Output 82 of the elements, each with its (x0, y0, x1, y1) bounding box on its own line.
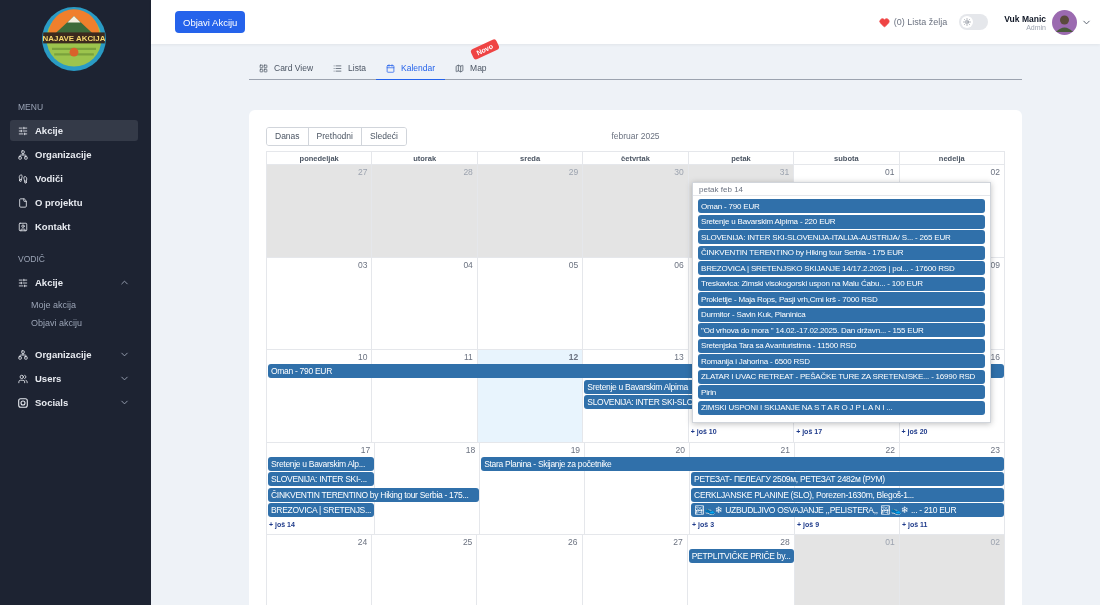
section-title: MENU (18, 102, 45, 112)
day-number[interactable]: 27 (673, 537, 683, 547)
sidebar-item[interactable]: Socials (10, 392, 138, 413)
day-number[interactable]: 21 (780, 444, 791, 455)
day-number[interactable]: 26 (568, 537, 578, 547)
theme-toggle[interactable] (959, 14, 989, 30)
event-bar[interactable]: BREZOVICA | SRETENJS... (268, 503, 375, 517)
heart-icon (878, 16, 890, 28)
event-bar[interactable]: SLOVENIJA: INTER SKI-... (268, 472, 375, 486)
user-name: Vuk Manic (1004, 13, 1046, 24)
event-bar[interactable]: Treskavica: Zimski visokogorski uspon na Malu Ćabu... - 100 EUR (698, 276, 985, 291)
event-bar[interactable]: BREZOVICA | SRETENJSKO SKIJANJE 14/17.2.2025 | pol... - 17600 RSD (698, 261, 985, 275)
users-icon (18, 373, 28, 384)
section-title: VODIČ (18, 254, 46, 264)
grid-icon (259, 63, 268, 73)
day-number[interactable]: 20 (675, 444, 686, 455)
day-number[interactable]: 24 (357, 537, 368, 547)
wishlist-link[interactable]: (0) Lista želja (893, 17, 948, 27)
network-icon (18, 149, 28, 160)
nav-button[interactable]: Danas (267, 127, 309, 145)
day-number[interactable]: 19 (570, 444, 581, 455)
event-bar[interactable]: ČINKVENTIN TERENTINO by Hiking tour Serbia - 175 EUR (698, 245, 985, 260)
sidebar-item[interactable]: Users (10, 368, 138, 389)
sidebar-subitem[interactable]: Objavi akciju (10, 314, 138, 332)
network-icon (18, 349, 28, 360)
day-number[interactable]: 25 (462, 537, 473, 547)
list-icon (333, 63, 343, 73)
day-number[interactable]: 06 (674, 259, 684, 270)
event-bar[interactable]: Oman - 790 EUR (698, 199, 985, 213)
popover-title: petak feb 14 (693, 183, 990, 196)
sidebar-subitem[interactable]: Moje akcija (10, 296, 138, 314)
day-number[interactable]: 05 (568, 259, 579, 270)
day-number[interactable]: 16 (990, 352, 1000, 362)
day-number[interactable]: 04 (463, 259, 473, 270)
event-bar[interactable]: РЕТЕЗАТ- ПЕЛЕАГУ 2509м, РЕТЕЗАТ 2482м (РУМ) (691, 472, 1004, 486)
day-number[interactable]: 01 (885, 167, 895, 177)
event-bar[interactable]: Sretenje u Bavarskim Alpima - 220 EUR (698, 214, 985, 229)
event-bar[interactable]: Prokletije - Maja Rops, Pasji vrh,Crni krš - 7000 RSD (698, 292, 985, 306)
event-bar[interactable]: Durmitor - Savin Kuk, Planinica (698, 307, 985, 322)
day-number[interactable]: 13 (674, 352, 684, 362)
sidebar-item[interactable]: O projektu (10, 192, 138, 213)
day-number[interactable]: 23 (990, 444, 1000, 455)
event-bar[interactable]: SLOVENIJA: INTER SKI-SLOVENIJA-ITALIJA-AUSTRIJA/ S... - 265 EUR (698, 230, 985, 244)
calendar-icon (386, 63, 396, 73)
day-number[interactable]: 03 (357, 259, 368, 270)
event-bar[interactable]: ZLATAR I UVAC RETREAT - PEŠAČKE TURE ZA SRETENJSKE... - 16990 RSD (698, 369, 985, 384)
publish-button[interactable]: Objavi Akciju (175, 11, 246, 33)
view-tab[interactable]: Lista (323, 57, 377, 79)
day-number[interactable]: 17 (360, 444, 371, 455)
event-bar[interactable]: "Od vrhova do mora " 14.02.-17.02.2025. Dan državn... - 155 EUR (698, 323, 985, 337)
file-icon (18, 197, 28, 208)
sidebar-item[interactable]: Vodiči (10, 168, 138, 189)
map-icon (455, 63, 465, 73)
day-number[interactable]: 28 (780, 537, 790, 547)
sidebar-item[interactable]: Organizacije (10, 144, 138, 165)
sidebar-item[interactable]: Akcije (10, 272, 138, 293)
sidebar-item[interactable]: Kontakt (10, 216, 138, 237)
event-bar[interactable]: Pirin (698, 385, 985, 399)
day-number[interactable]: 11 (464, 352, 473, 362)
month-title: februar 2025 (611, 131, 660, 141)
day-number[interactable]: 12 (568, 352, 579, 362)
sliders-icon (18, 277, 28, 288)
sliders-icon (18, 125, 28, 136)
camera-icon (18, 397, 28, 408)
view-tab[interactable]: Card View (249, 57, 324, 79)
day-number[interactable]: 10 (357, 352, 368, 362)
view-tab[interactable]: Kalendar (376, 57, 446, 80)
event-bar[interactable]: Sretenjska Tara sa Avanturistima - 11500 RSD (698, 338, 985, 353)
sidebar-item[interactable]: Organizacije (10, 344, 138, 365)
avatar[interactable] (1052, 9, 1077, 35)
day-number[interactable]: 02 (990, 167, 1000, 177)
footprints-icon (18, 173, 28, 184)
day-number[interactable]: 22 (885, 444, 895, 455)
sidebar-item[interactable]: Akcije (10, 120, 138, 141)
event-bar[interactable]: PETPLITVIČKE PRIČE by... (688, 549, 794, 563)
sun-icon (963, 18, 972, 26)
contact-card-icon (18, 221, 28, 232)
event-bar[interactable]: Romanija i Jahorina - 6500 RSD (698, 354, 985, 368)
event-bar[interactable]: ZIMSKI USPONI I SKIJANJE NA S T A R O J P L A N I ... (698, 400, 985, 415)
day-number[interactable]: 09 (990, 259, 1000, 270)
day-number[interactable]: 18 (465, 444, 476, 455)
event-bar[interactable]: 🏞👟❄ UZBUDLJIVO OSVAJANJE ,,PELISTERA,, 🏞👟❄ ... - 210 EUR (691, 503, 1004, 517)
